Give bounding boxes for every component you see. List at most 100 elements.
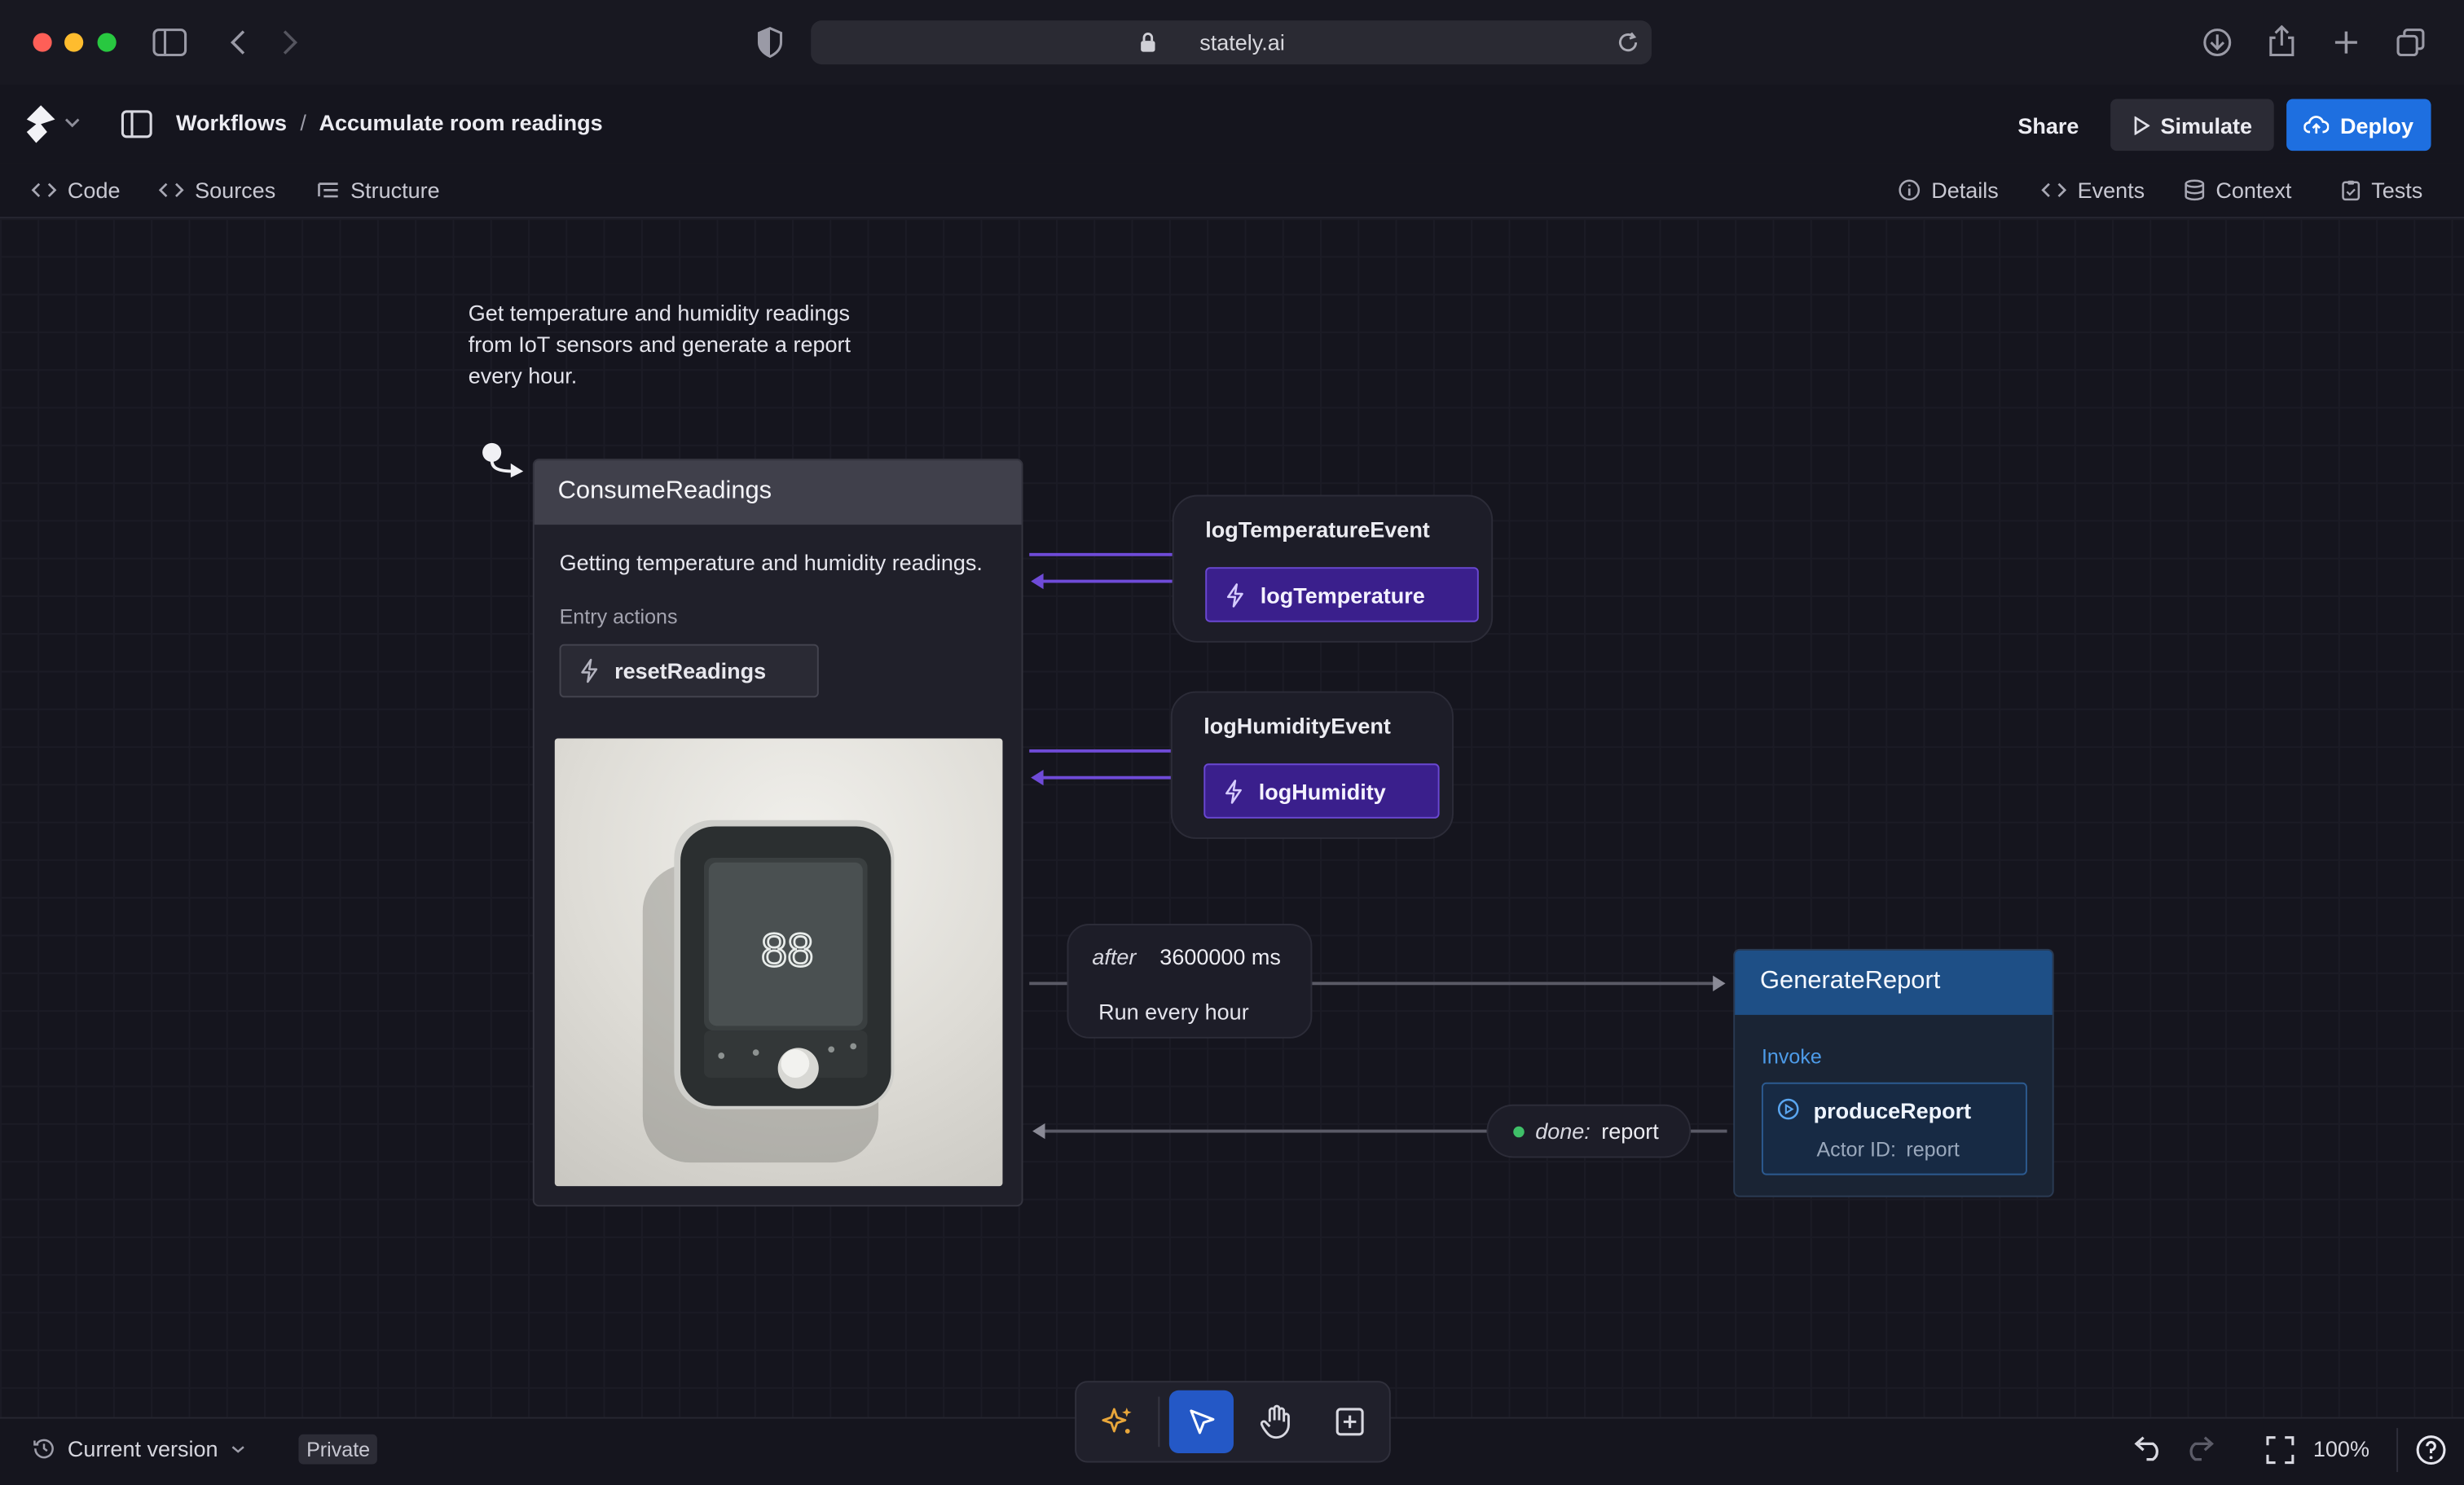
entry-actions-label: Entry actions [559, 604, 678, 629]
state-generate-report[interactable]: GenerateReport Invoke produceReport Acto… [1733, 948, 2054, 1197]
page-title[interactable]: Accumulate room readings [319, 110, 603, 135]
version-selector[interactable]: Current version [33, 1436, 245, 1461]
add-square-icon [1333, 1406, 1365, 1438]
divider [2396, 1428, 2399, 1473]
simulate-label: Simulate [2160, 112, 2253, 138]
tab-events[interactable]: Events [2041, 178, 2145, 203]
pan-tool[interactable] [1243, 1391, 1308, 1453]
event-log-humidity[interactable]: logHumidityEvent logHumidity [1170, 691, 1454, 839]
event-name: logHumidityEvent [1203, 713, 1391, 739]
minimize-window-button[interactable] [64, 33, 84, 52]
deploy-button[interactable]: Deploy [2286, 99, 2431, 152]
initial-state-arrow-icon [479, 442, 530, 489]
arrowhead-icon [1031, 1122, 1046, 1140]
tab-context[interactable]: Context [2185, 177, 2292, 203]
share-button[interactable]: Share [2004, 99, 2093, 152]
close-window-button[interactable] [33, 33, 52, 52]
entry-action-label: resetReadings [614, 658, 767, 683]
transition-description: Run every hour [1098, 999, 1249, 1025]
reload-icon[interactable] [1617, 32, 1639, 54]
undo-icon[interactable] [2131, 1436, 2165, 1461]
download-icon[interactable] [2202, 27, 2233, 59]
deploy-label: Deploy [2339, 112, 2414, 138]
state-consume-readings[interactable]: ConsumeReadings Getting temperature and … [532, 459, 1023, 1207]
invoked-actor-produce-report[interactable]: produceReport Actor ID: report [1761, 1082, 2027, 1175]
machine-description: Get temperature and humidity readings fr… [469, 297, 893, 392]
state-description: Getting temperature and humidity reading… [559, 550, 983, 575]
sparkles-icon [1099, 1404, 1133, 1439]
edge-humidity-out [1029, 749, 1173, 753]
done-status-dot [1513, 1126, 1525, 1138]
invoke-label: Invoke [1761, 1044, 1822, 1069]
actor-id-label: Actor ID: [1816, 1137, 1897, 1162]
action-log-temperature[interactable]: logTemperature [1205, 567, 1479, 622]
state-header: ConsumeReadings [534, 460, 1022, 525]
redo-icon[interactable] [2183, 1436, 2217, 1461]
help-icon[interactable] [2415, 1434, 2447, 1466]
tab-tests[interactable]: Tests [2342, 177, 2423, 203]
tab-code[interactable]: Code [31, 178, 120, 203]
state-header: GenerateReport [1735, 950, 2053, 1015]
machine-description-line: every hour. [468, 362, 578, 389]
back-icon[interactable] [228, 27, 250, 59]
transition-done-report[interactable]: done: report [1486, 1104, 1692, 1158]
share-icon[interactable] [2268, 24, 2296, 59]
url-text: stately.ai [1199, 29, 1285, 55]
structure-icon [318, 181, 340, 200]
statechart-canvas[interactable]: Get temperature and humidity readings fr… [0, 218, 2464, 1417]
chevron-down-icon [231, 1443, 244, 1454]
tab-sources[interactable]: Sources [158, 178, 275, 203]
hand-icon [1259, 1404, 1291, 1439]
action-label: logHumidity [1258, 778, 1386, 804]
zoom-level[interactable]: 100% [2313, 1436, 2369, 1461]
transition-after-delay[interactable]: after 3600000 ms Run every hour [1067, 924, 1313, 1039]
breadcrumb-workflows[interactable]: Workflows [176, 110, 287, 135]
add-state-tool[interactable] [1317, 1391, 1381, 1453]
thermostat-display-digits: 88 [761, 925, 813, 977]
tab-details[interactable]: Details [1899, 178, 1999, 203]
shield-icon[interactable] [756, 27, 785, 59]
action-log-humidity[interactable]: logHumidity [1203, 763, 1440, 819]
tab-tests-label: Tests [2371, 177, 2423, 203]
tabs-overview-icon[interactable] [2395, 27, 2427, 59]
tab-context-label: Context [2215, 177, 2292, 203]
share-label: Share [2017, 112, 2079, 138]
cursor-arrow-icon [1187, 1408, 1216, 1436]
panel-toggle-icon[interactable] [121, 110, 153, 138]
lightning-icon [1224, 779, 1243, 804]
arrowhead-icon [1711, 974, 1727, 993]
browser-chrome: stately.ai [0, 0, 2464, 86]
visibility-badge: Private [298, 1434, 378, 1465]
arrowhead-icon [1029, 572, 1045, 591]
code-icon [31, 181, 57, 200]
clipboard-icon [2342, 179, 2361, 201]
done-keyword: done: [1535, 1118, 1591, 1145]
event-log-temperature[interactable]: logTemperatureEvent logTemperature [1172, 494, 1494, 643]
sidebar-toggle-icon[interactable] [152, 27, 187, 59]
actor-name: produceReport [1813, 1098, 1972, 1123]
after-keyword: after [1092, 944, 1137, 969]
database-icon [2185, 179, 2205, 201]
info-icon [1899, 179, 1921, 201]
tab-structure[interactable]: Structure [318, 178, 440, 203]
done-target: report [1601, 1118, 1659, 1145]
address-bar[interactable]: stately.ai [811, 20, 1652, 65]
ai-assist-tool[interactable] [1085, 1391, 1149, 1453]
chevron-down-icon[interactable] [64, 116, 80, 129]
edge-humidity-in [1041, 775, 1173, 780]
simulate-button[interactable]: Simulate [2110, 99, 2274, 152]
cloud-upload-icon [2303, 115, 2330, 135]
history-icon [33, 1438, 55, 1460]
select-tool[interactable] [1168, 1390, 1234, 1453]
maximize-window-button[interactable] [97, 33, 117, 52]
tab-events-label: Events [2077, 177, 2145, 203]
tab-details-label: Details [1931, 177, 1999, 203]
divider [1158, 1396, 1160, 1448]
actor-id: report [1906, 1137, 1960, 1162]
new-tab-icon[interactable] [2332, 29, 2361, 57]
fit-view-icon[interactable] [2266, 1436, 2295, 1465]
forward-icon[interactable] [278, 27, 300, 59]
entry-action-reset-readings[interactable]: resetReadings [559, 644, 819, 698]
edge-temperature-out [1029, 552, 1173, 556]
stately-logo-icon[interactable] [22, 103, 59, 144]
